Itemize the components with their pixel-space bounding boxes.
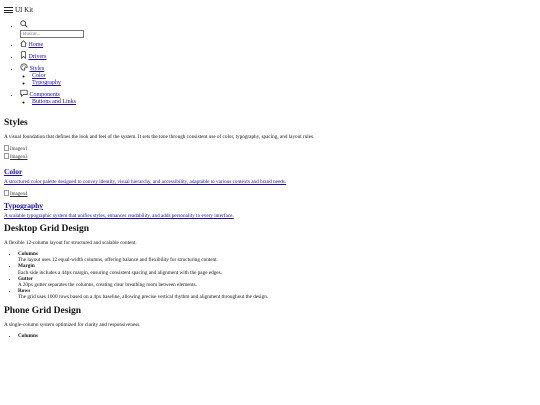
styles-heading: Styles — [4, 118, 28, 128]
styles-description: A visual foundation that defines the loo… — [4, 134, 315, 140]
nav-link-home[interactable]: Home — [29, 42, 44, 48]
typography-link[interactable]: Typography — [4, 201, 43, 210]
typography-card-title[interactable]: Typography — [4, 201, 534, 210]
list-item: ColumnsThe layout uses 12 equal-width co… — [18, 251, 534, 263]
main-content: Styles A visual foundation that defines … — [4, 118, 534, 339]
nav-link-styles[interactable]: Styles — [30, 66, 45, 72]
chat-icon — [20, 89, 28, 97]
nav-link-color[interactable]: Color — [32, 73, 46, 79]
styles-submenu: Color Typography — [20, 73, 84, 87]
components-submenu: Buttons and Links — [20, 99, 84, 106]
nav-item-components[interactable]: Components Buttons and Links — [20, 89, 84, 106]
broken-image-icon — [4, 190, 9, 196]
submenu-item[interactable]: Typography — [32, 80, 84, 87]
list-item: MarginEach side includes a 44px margin, … — [18, 263, 534, 275]
home-icon — [20, 40, 27, 47]
nav-link-components[interactable]: Components — [30, 92, 60, 98]
nav-link-drivers[interactable]: Drivers — [29, 54, 47, 60]
color-description-link[interactable]: A structured color palette designed to c… — [4, 179, 286, 185]
color-card-title[interactable]: Color — [4, 167, 534, 176]
search-icon — [20, 20, 28, 28]
menu-icon[interactable] — [4, 7, 13, 13]
nav-item-home[interactable]: Home — [20, 40, 84, 49]
desktop-grid-list: ColumnsThe layout uses 12 equal-width co… — [4, 251, 534, 301]
top-bar: UI Kit — [4, 6, 33, 14]
submenu-item[interactable]: Color — [32, 73, 84, 80]
submenu-item[interactable]: Buttons and Links — [32, 99, 84, 106]
nav-item-drivers[interactable]: Drivers — [20, 51, 84, 61]
search-input[interactable] — [20, 30, 84, 38]
desktop-grid-heading: Desktop Grid Design — [4, 224, 89, 234]
typography-description-link[interactable]: A scalable typographic system that unifi… — [4, 213, 234, 219]
broken-image-icon — [4, 145, 9, 151]
desktop-grid-description: A flexible 12-column layout for structur… — [4, 240, 137, 246]
list-item: Columns — [18, 333, 534, 339]
phone-grid-list: Columns — [4, 333, 534, 339]
bookmark-icon — [21, 51, 26, 59]
list-item: RowsThe grid uses 1000 rows based on a 4… — [18, 288, 534, 300]
phone-grid-heading: Phone Grid Design — [4, 305, 82, 316]
broken-image-icon — [4, 153, 9, 159]
sidebar-nav: Home Drivers Styles Color Typography Com… — [8, 20, 84, 108]
image3-link[interactable]: Imagen3 — [4, 153, 534, 161]
nav-link-buttons-links[interactable]: Buttons and Links — [32, 99, 76, 105]
nav-link-typography[interactable]: Typography — [32, 80, 61, 86]
image1-placeholder: Imagen1 — [4, 145, 534, 153]
image4-link[interactable]: Imagen4 — [4, 190, 534, 198]
phone-grid-description: A single-column system optimized for cla… — [4, 321, 141, 328]
color-link[interactable]: Color — [4, 167, 22, 176]
nav-item-styles[interactable]: Styles Color Typography — [20, 63, 84, 87]
palette-icon — [20, 63, 28, 71]
list-item: GutterA 20px gutter separates the column… — [18, 276, 534, 288]
nav-search — [20, 20, 84, 38]
brand-title: UI Kit — [15, 6, 34, 14]
